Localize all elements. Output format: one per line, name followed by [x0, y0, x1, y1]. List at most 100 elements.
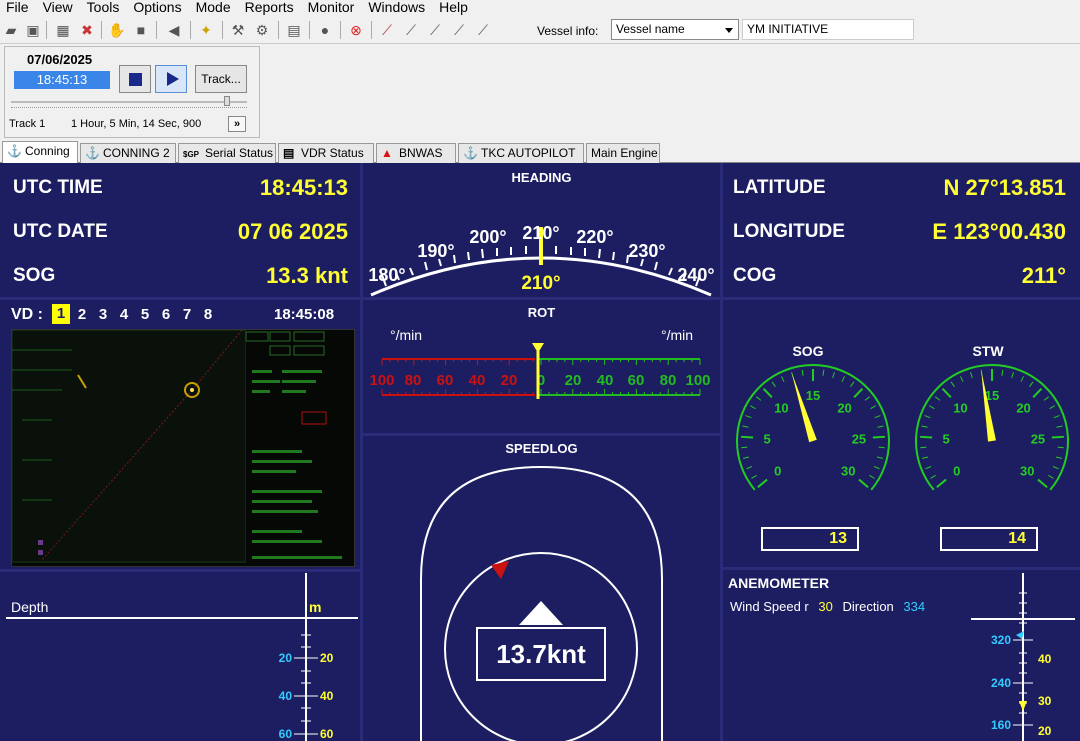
sog-gauge-tick: [832, 372, 835, 379]
heading-tick-label: 200°: [469, 227, 506, 247]
globe-icon[interactable]: ●: [316, 21, 334, 39]
vd-selector-5[interactable]: 5: [136, 306, 154, 323]
playback-slider[interactable]: [11, 101, 247, 103]
speaker-icon[interactable]: ◀: [165, 21, 183, 39]
stw-gauge-tick-label: 20: [1016, 401, 1030, 416]
menu-mode[interactable]: Mode: [190, 0, 239, 16]
vd-selector-2[interactable]: 2: [73, 306, 91, 323]
menu-options[interactable]: Options: [127, 0, 189, 16]
heading-tick-label: 210°: [522, 223, 559, 243]
sog-label: SOG: [13, 265, 56, 286]
rot-tick-label: 80: [405, 372, 422, 389]
flag-icon[interactable]: ✖: [78, 21, 96, 39]
menu-bar: File View Tools Options Mode Reports Mon…: [0, 0, 1080, 16]
play-button[interactable]: [155, 65, 187, 93]
menu-monitor[interactable]: Monitor: [302, 0, 363, 16]
warning-triangle-icon: ▲: [381, 146, 393, 160]
tab-bar: ⚓ Conning ⚓ CONNING 2 $GP Serial Status ▤ VD…: [0, 141, 1080, 163]
chart-axis-3-icon[interactable]: ⟋: [426, 21, 444, 39]
chart-axis-5-icon[interactable]: ⟋: [474, 21, 492, 39]
menu-reports[interactable]: Reports: [239, 0, 302, 16]
menu-help[interactable]: Help: [433, 0, 476, 16]
vessel-info-select[interactable]: Vessel name: [611, 19, 739, 40]
sog-gauge-tick: [858, 478, 869, 489]
menu-view[interactable]: View: [37, 0, 81, 16]
document-icon[interactable]: ▤: [285, 21, 303, 39]
tool-icon[interactable]: ✋: [108, 21, 126, 39]
chart-axis-4-icon[interactable]: ⟋: [450, 21, 468, 39]
chart-axis-icon[interactable]: ⟋: [378, 21, 396, 39]
heading-tick-label: 220°: [576, 227, 613, 247]
toolbar-separator: [371, 21, 372, 39]
longitude-value: E 123°00.430: [932, 219, 1066, 244]
vd-selector-6[interactable]: 6: [157, 306, 175, 323]
tab-conning[interactable]: ⚓ Conning: [2, 141, 78, 163]
anemometer-direction-tick: 320: [991, 633, 1011, 647]
ship-bow-icon: [519, 601, 563, 625]
latitude-value: N 27°13.851: [943, 175, 1066, 200]
vd-selector-3[interactable]: 3: [94, 306, 112, 323]
vd-selector-4[interactable]: 4: [115, 306, 133, 323]
radar-screenshot: [11, 329, 355, 567]
vd-selector-1[interactable]: 1: [52, 304, 70, 324]
drift-marker-icon: [491, 561, 509, 579]
anemometer-direction-tick: 160: [991, 718, 1011, 732]
tab-serial-status[interactable]: $GP Serial Status: [178, 143, 276, 163]
tab-vdr-status[interactable]: ▤ VDR Status: [278, 143, 374, 163]
utc-date-label: UTC DATE: [13, 221, 108, 242]
stw-gauge-tick: [1056, 425, 1063, 428]
sog-gauge-tick-label: 25: [852, 431, 866, 446]
sog-gauge-tick: [749, 405, 756, 410]
track-label: Track 1: [9, 118, 46, 130]
sog-gauge-tick: [864, 396, 871, 401]
playback-panel: 07/06/2025 18:45:13 Track... Track 1 1 H…: [4, 46, 260, 138]
sog-gauge-tick: [751, 474, 757, 479]
open-folder-icon[interactable]: ▰: [2, 21, 20, 39]
vd-selector-7[interactable]: 7: [178, 306, 196, 323]
stw-gauge-tick-label: 5: [942, 431, 949, 446]
stw-gauge-tick: [1043, 396, 1050, 401]
rot-tick-label: 20: [565, 372, 582, 389]
sog-gauge-tick: [741, 435, 754, 439]
sog-gauge-tick: [877, 425, 884, 428]
wind-speed-marker: [1019, 701, 1027, 711]
speedlog-title: SPEEDLOG: [505, 441, 578, 456]
vd-selector-8[interactable]: 8: [199, 306, 217, 323]
export-icon[interactable]: ▦: [54, 21, 72, 39]
vdr-icon: ▤: [283, 146, 295, 160]
save-icon[interactable]: ▣: [24, 21, 42, 39]
tab-tkc-autopilot[interactable]: ⚓ TKC AUTOPILOT: [458, 143, 584, 163]
sog-gauge-tick-label: 30: [841, 464, 855, 479]
vessel-info-select-value: Vessel name: [616, 22, 685, 36]
tab-conning-2[interactable]: ⚓ CONNING 2: [80, 143, 176, 163]
hammer-icon[interactable]: ⚒: [229, 21, 247, 39]
sog-gauge-tick: [822, 369, 825, 376]
sog-gauge-tick-label: 5: [763, 431, 770, 446]
sog-gauge-tick: [762, 387, 773, 399]
vessel-name-field[interactable]: YM INITIATIVE: [742, 19, 914, 40]
next-track-button[interactable]: »: [228, 116, 246, 132]
chart-axis-2-icon[interactable]: ⟋: [402, 21, 420, 39]
toolbar-separator: [222, 21, 223, 39]
tab-label: VDR Status: [301, 146, 364, 160]
stw-gauge-tick: [1011, 372, 1014, 379]
sog-gauge-tick: [876, 456, 883, 459]
menu-tools[interactable]: Tools: [81, 0, 128, 16]
track-button[interactable]: Track...: [195, 65, 247, 93]
playback-time[interactable]: 18:45:13: [14, 71, 110, 89]
stw-gauge-tick: [959, 376, 964, 382]
sog-gauge-tick: [742, 425, 749, 428]
menu-file[interactable]: File: [0, 0, 37, 16]
stw-gauge-tick: [934, 396, 941, 401]
tab-label: CONNING 2: [103, 146, 170, 160]
tab-main-engine[interactable]: Main Engine: [586, 143, 660, 163]
menu-windows[interactable]: Windows: [362, 0, 433, 16]
stop-record-icon[interactable]: ⊗: [347, 21, 365, 39]
tab-bnwas[interactable]: ▲ BNWAS: [376, 143, 456, 163]
sog-gauge-tick: [841, 376, 846, 382]
sog-gauge-value: 13: [761, 527, 859, 551]
satellite-icon[interactable]: ✦: [197, 21, 215, 39]
window-icon[interactable]: ■: [132, 21, 150, 39]
stop-button[interactable]: [119, 65, 151, 93]
gear-icon[interactable]: ⚙: [253, 21, 271, 39]
